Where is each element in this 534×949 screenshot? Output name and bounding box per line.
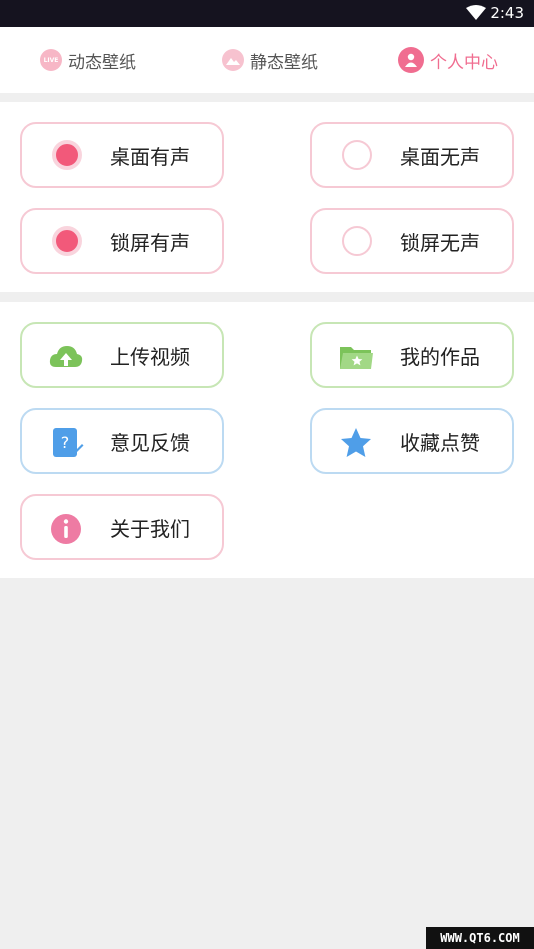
cloud-upload-icon xyxy=(49,346,83,367)
radio-selected xyxy=(52,226,82,256)
wifi-icon xyxy=(466,5,486,20)
radio-unselected xyxy=(342,140,372,170)
radio-selected xyxy=(52,140,82,170)
my-works-button[interactable]: 我的作品 xyxy=(310,322,514,388)
upload-video-button[interactable]: 上传视频 xyxy=(20,322,224,388)
option-label: 锁屏有声 xyxy=(110,230,190,255)
lockscreen-sound-off-option[interactable]: 锁屏无声 xyxy=(310,208,514,274)
live-icon: LIVE xyxy=(40,49,62,71)
folder-star-icon xyxy=(340,347,373,369)
info-icon xyxy=(51,514,81,544)
feedback-icon: ? xyxy=(53,428,84,457)
favorites-likes-button[interactable]: 收藏点赞 xyxy=(310,408,514,474)
desktop-sound-on-option[interactable]: 桌面有声 xyxy=(20,122,224,188)
status-time: 2:43 xyxy=(490,4,524,22)
star-icon xyxy=(341,428,371,457)
menu-label: 关于我们 xyxy=(110,516,190,541)
status-bar: 2:43 xyxy=(0,0,534,27)
desktop-sound-off-option[interactable]: 桌面无声 xyxy=(310,122,514,188)
about-us-button[interactable]: 关于我们 xyxy=(20,494,224,560)
tab-label: 静态壁纸 xyxy=(250,52,318,73)
option-label: 桌面有声 xyxy=(110,144,190,169)
menu-section: 上传视频 我的作品 ? 意见反馈 收藏点赞 关于我们 xyxy=(0,302,534,578)
option-label: 锁屏无声 xyxy=(400,230,480,255)
tab-personal-center[interactable]: 个人中心 xyxy=(398,27,498,93)
menu-label: 意见反馈 xyxy=(110,430,190,455)
feedback-button[interactable]: ? 意见反馈 xyxy=(20,408,224,474)
lockscreen-sound-on-option[interactable]: 锁屏有声 xyxy=(20,208,224,274)
menu-label: 上传视频 xyxy=(110,344,190,369)
watermark: WWW.QT6.COM xyxy=(426,927,534,949)
menu-label: 我的作品 xyxy=(400,344,480,369)
tab-static-wallpaper[interactable]: 静态壁纸 xyxy=(222,27,318,93)
tab-label: 个人中心 xyxy=(430,52,498,73)
option-label: 桌面无声 xyxy=(400,144,480,169)
sound-settings-section: 桌面有声 桌面无声 锁屏有声 锁屏无声 xyxy=(0,102,534,292)
menu-label: 收藏点赞 xyxy=(400,430,480,455)
radio-unselected xyxy=(342,226,372,256)
tab-label: 动态壁纸 xyxy=(68,52,136,73)
top-tab-bar: LIVE 动态壁纸 静态壁纸 个人中心 xyxy=(0,27,534,93)
image-icon xyxy=(222,49,244,71)
tab-dynamic-wallpaper[interactable]: LIVE 动态壁纸 xyxy=(40,27,136,93)
user-icon xyxy=(398,47,424,73)
svg-text:?: ? xyxy=(61,433,70,452)
